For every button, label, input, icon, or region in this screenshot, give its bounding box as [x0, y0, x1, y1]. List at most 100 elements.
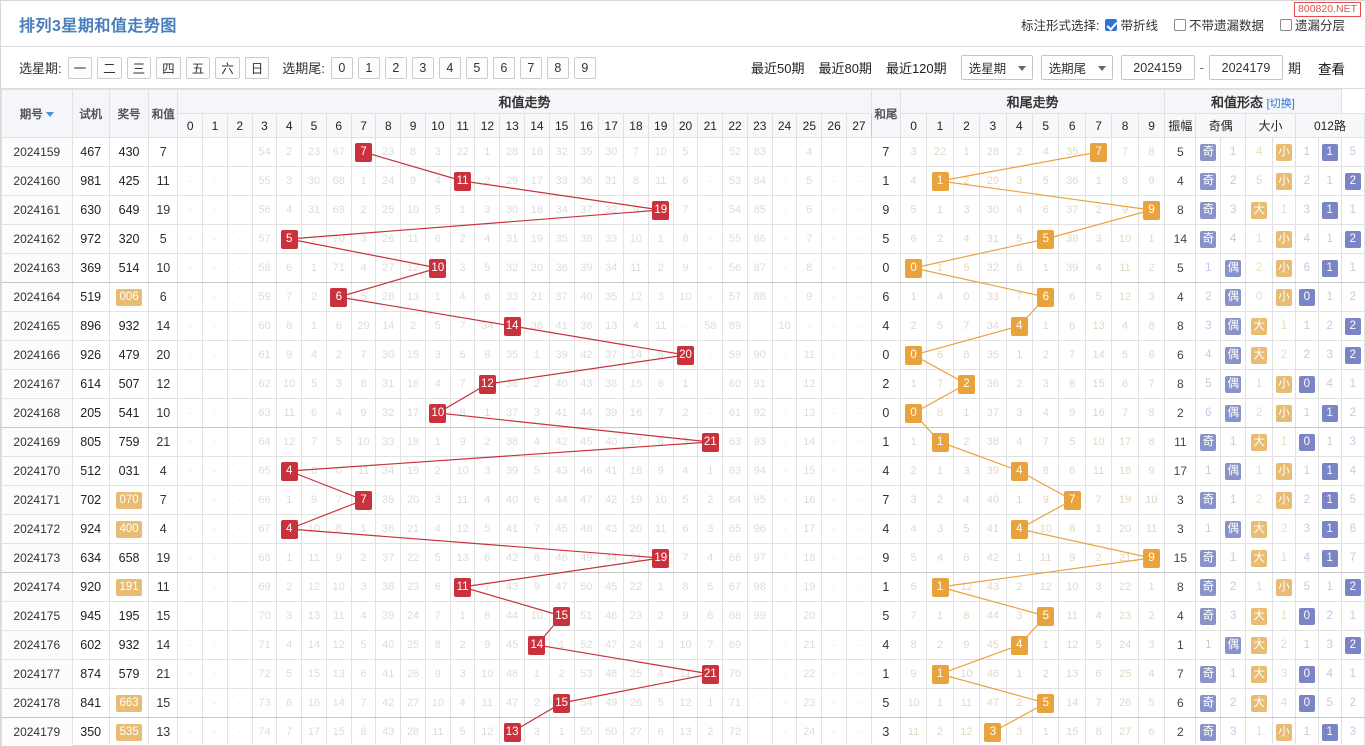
cell-sum-miss: 43: [548, 456, 575, 486]
checkbox-no-miss-icon[interactable]: [1173, 18, 1186, 31]
tail-chip-5[interactable]: 5: [465, 56, 488, 79]
cell-zhenfu: 1: [1164, 630, 1197, 660]
checkbox-polyline-icon[interactable]: [1105, 18, 1118, 31]
table-row[interactable]: 2024160 981 425 11- - -55 3 30 68 1 24 9 4 11 2 29 17 33 3…: [1, 166, 1366, 196]
cell-tail-miss: 4: [1005, 195, 1034, 225]
switch-link[interactable]: [切换]: [1267, 98, 1295, 110]
cell-sum-miss: 57: [251, 224, 278, 254]
table-row[interactable]: 2024161 630 649 19- - -56 4 31 69 2 25 10 5 1 3 30 18 34 3…: [1, 195, 1366, 225]
cell-sum-hit: 15: [548, 601, 575, 631]
cell-sum-hit: 11: [449, 166, 476, 196]
cell-tail-miss: 2: [1005, 688, 1034, 718]
cell-sum-miss: 38: [375, 572, 402, 602]
col-group-hezhi-form: 和值形态 [切换]: [1164, 89, 1342, 114]
tail-chip-0[interactable]: 0: [330, 56, 353, 79]
table-row[interactable]: 2024164 519 006 6- - -59 7 2 6 5 28 13 1 4 6 33 21 37 40 35…: [1, 282, 1366, 312]
table-row[interactable]: 2024178 841 663 15- - -73 6 16 14 7 42 27 10 4 11 47 2 15…: [1, 688, 1366, 718]
cell-zhenfu: 8: [1164, 195, 1197, 225]
table-row[interactable]: 2024167 614 507 12- - -62 10 5 3 8 31 16 4 7 12 36 2 40 43…: [1, 369, 1366, 399]
table-row[interactable]: 2024175 945 195 15- - -70 3 13 11 4 39 24 7 1 8 44 10 15 5…: [1, 601, 1366, 631]
cell-lu012-num: 3: [1340, 717, 1366, 746]
cell-sum-hit: 19: [647, 543, 674, 573]
tail-chip-1[interactable]: 1: [357, 56, 380, 79]
option-no-miss-data[interactable]: 不带遗漏数据: [1173, 15, 1264, 34]
table-row[interactable]: 2024165 896 932 14- - -60 8 1 6 29 14 2 5 7 34 14 38 41 36…: [1, 311, 1366, 341]
table-row[interactable]: 2024179 350 535 13- - -74 7 17 15 8 43 28 11 5 12 13 3 1 5…: [1, 717, 1366, 746]
cell-jiou-tag: 奇: [1195, 224, 1222, 254]
table-row[interactable]: 2024172 924 400 4- - -67 4 10 8 1 36 21 4 12 5 41 7 45 48 4…: [1, 514, 1366, 544]
cell-qihao: 2024173: [1, 543, 73, 573]
cell-sum-miss: 1: [301, 311, 327, 341]
cell-tail-miss: 4: [1084, 253, 1113, 283]
quick-range-80[interactable]: 最近80期: [818, 58, 871, 77]
table-row[interactable]: 2024166 926 479 20- - -61 9 4 2 7 30 15 3 6 8 35 1 39 42 37…: [1, 340, 1366, 370]
cell-sum-miss: -: [845, 369, 872, 399]
tail-chip-6[interactable]: 6: [492, 56, 515, 79]
table-row[interactable]: 2024177 874 579 21- - -72 5 15 13 6 41 26 9 3 10 46 1 2 53…: [1, 659, 1366, 689]
cell-lu012-tag: 0: [1294, 659, 1319, 689]
range-from-input[interactable]: [1120, 55, 1195, 80]
weekday-chip-0[interactable]: 一: [67, 56, 93, 79]
sum-col-header-14: 14: [524, 113, 550, 138]
cell-sum-miss: 12: [400, 253, 426, 283]
select-weekday[interactable]: 选星期: [960, 55, 1033, 80]
checkbox-layered-icon[interactable]: [1279, 18, 1292, 31]
cell-sum-miss: 7: [524, 514, 550, 544]
cell-tail-miss: 13: [1058, 659, 1086, 689]
cell-tail-miss: 8: [1137, 427, 1166, 457]
cell-tail-miss: 4: [1111, 311, 1139, 341]
table-row[interactable]: 2024163 369 514 10- - -58 6 1 71 4 27 12 10 3 5 32 20 36 3…: [1, 253, 1366, 283]
cell-sum-miss: -: [177, 282, 204, 312]
sort-descending-icon[interactable]: [45, 111, 54, 117]
range-to-input[interactable]: [1208, 55, 1283, 80]
cell-sum-miss: 1: [697, 456, 724, 486]
tail-chip-4[interactable]: 4: [438, 56, 461, 79]
table-row[interactable]: 2024168 205 541 10- - -63 11 6 4 9 32 17 10 8 1 37 3 41 44…: [1, 398, 1366, 428]
cell-tail-miss: 6: [926, 340, 954, 370]
table-row[interactable]: 2024162 972 320 5- - -57 5 1 70 3 26 11 6 2 4 31 19 35 38 3…: [1, 224, 1366, 254]
table-row[interactable]: 2024173 634 658 19- - -68 1 11 9 2 37 22 5 13 6 42 8 46 49…: [1, 543, 1366, 573]
weekday-chip-4[interactable]: 五: [185, 56, 211, 79]
select-tail[interactable]: 选期尾: [1040, 55, 1113, 80]
cell-tail-miss: 26: [1111, 688, 1139, 718]
cell-sum-miss: 70: [251, 601, 278, 631]
cell-sum-miss: 95: [746, 485, 773, 515]
weekday-chip-1[interactable]: 二: [97, 56, 122, 79]
table-row[interactable]: 2024169 805 759 21- - -64 12 7 5 10 33 18 1 9 2 38 4 42 45…: [1, 427, 1366, 457]
option-polyline[interactable]: 带折线: [1105, 15, 1158, 34]
weekday-chip-3[interactable]: 四: [156, 56, 181, 79]
cell-sum-miss: 60: [722, 369, 748, 399]
cell-sum-miss: -: [771, 485, 798, 515]
cell-hezhi: 12: [148, 369, 179, 399]
quick-range-50[interactable]: 最近50期: [751, 58, 804, 77]
cell-jianghao: 514: [108, 253, 150, 283]
table-row[interactable]: 2024176 602 932 14- - -71 4 14 12 5 40 25 8 2 9 45 14 1 52…: [1, 630, 1366, 660]
tail-chip-2[interactable]: 2: [384, 56, 407, 79]
cell-sum-miss: 2: [524, 369, 550, 399]
cell-sum-miss: -: [202, 456, 228, 486]
quick-range-120[interactable]: 最近120期: [886, 58, 947, 77]
tail-chip-7[interactable]: 7: [519, 56, 542, 79]
table-row[interactable]: 2024159 467 430 7- - -54 2 23 67 7 23 8 3 22 1 28 16 32 35…: [1, 137, 1366, 167]
weekday-chip-6[interactable]: 日: [244, 56, 270, 79]
cell-tail-miss: 2: [926, 717, 954, 746]
table-row[interactable]: 2024171 702 070 7- - -66 1 9 7 7 35 20 3 11 4 40 6 44 47 42…: [1, 485, 1366, 515]
tail-chip-8[interactable]: 8: [546, 56, 569, 79]
cell-sum-miss: 39: [548, 340, 575, 370]
cell-tail-miss: 5: [899, 195, 928, 225]
view-button[interactable]: 查看: [1310, 56, 1353, 80]
table-row[interactable]: 2024170 512 031 4- - -65 4 6 0 11 34 19 2 10 3 39 5 43 46 4…: [1, 456, 1366, 486]
col-qihao[interactable]: 期号: [1, 89, 73, 138]
trend-table-wrap: 期号 试机 奖号 和值 和值走势 和尾 和尾走势 和值形态 [切换] 01234…: [1, 89, 1366, 746]
weekday-chip-5[interactable]: 六: [215, 56, 240, 79]
cell-sum-miss: 10: [350, 427, 377, 457]
cell-sum-miss: 10: [524, 601, 550, 631]
cell-sum-miss: -: [845, 601, 872, 631]
cell-sum-miss: 5: [350, 282, 377, 312]
weekday-chip-2[interactable]: 三: [126, 56, 152, 79]
cell-tail-miss: 8: [1137, 311, 1166, 341]
table-row[interactable]: 2024174 920 191 11- - -69 2 12 10 3 38 23 6 11 7 43 9 47 5…: [1, 572, 1366, 602]
tail-chip-9[interactable]: 9: [573, 56, 596, 79]
tail-chip-3[interactable]: 3: [411, 56, 434, 79]
option-miss-layered[interactable]: 遗漏分层: [1279, 15, 1345, 34]
